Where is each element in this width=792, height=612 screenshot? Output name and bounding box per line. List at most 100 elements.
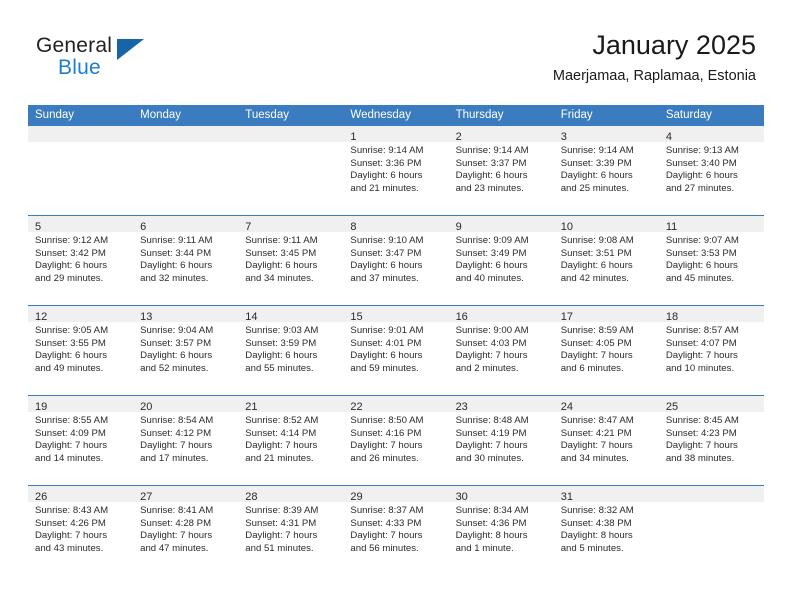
day-details: Sunrise: 8:50 AM Sunset: 4:16 PM Daylight:… bbox=[343, 412, 448, 465]
day-cell[interactable]: 29 Sunrise: 8:37 AM Sunset: 4:33 PM Dayligh… bbox=[343, 486, 449, 575]
sunset-time: Sunset: 4:36 PM bbox=[455, 517, 527, 529]
day-number: 17 bbox=[560, 311, 573, 323]
daylight-duration-line1: Daylight: 6 hours bbox=[245, 350, 318, 361]
day-cell[interactable]: 25 Sunrise: 8:45 AM Sunset: 4:23 PM Dayligh… bbox=[658, 396, 764, 485]
sunrise-time: Sunrise: 8:59 AM bbox=[560, 325, 634, 336]
daylight-duration-line2: and 40 minutes. bbox=[455, 272, 524, 284]
day-cell[interactable]: 18 Sunrise: 8:57 AM Sunset: 4:07 PM Dayligh… bbox=[658, 306, 764, 395]
day-cell[interactable]: 20 Sunrise: 8:54 AM Sunset: 4:12 PM Dayligh… bbox=[133, 396, 239, 485]
day-cell[interactable]: 14 Sunrise: 9:03 AM Sunset: 3:59 PM Dayligh… bbox=[238, 306, 344, 395]
day-cell[interactable]: 7 Sunrise: 9:11 AM Sunset: 3:45 PM Daylight… bbox=[238, 216, 344, 305]
sunrise-time: Sunrise: 9:03 AM bbox=[245, 325, 319, 336]
day-cell[interactable]: 4 Sunrise: 9:13 AM Sunset: 3:40 PM Daylight… bbox=[658, 126, 764, 215]
daylight-duration-line2: and 21 minutes. bbox=[350, 182, 419, 194]
sunrise-time: Sunrise: 8:39 AM bbox=[245, 505, 319, 516]
daylight-duration-line2: and 43 minutes. bbox=[35, 542, 104, 554]
sunset-time: Sunset: 3:45 PM bbox=[245, 247, 317, 259]
day-details: Sunrise: 8:45 AM Sunset: 4:23 PM Daylight:… bbox=[659, 412, 764, 465]
daylight-duration-line1: Daylight: 7 hours bbox=[350, 440, 423, 451]
day-cell-empty bbox=[658, 486, 764, 575]
day-details: Sunrise: 8:39 AM Sunset: 4:31 PM Daylight:… bbox=[238, 502, 343, 555]
day-number: 13 bbox=[140, 311, 153, 323]
day-cell[interactable]: 30 Sunrise: 8:34 AM Sunset: 4:36 PM Dayligh… bbox=[448, 486, 554, 575]
daylight-duration-line1: Daylight: 6 hours bbox=[560, 170, 633, 181]
day-cell[interactable]: 23 Sunrise: 8:48 AM Sunset: 4:19 PM Dayligh… bbox=[448, 396, 554, 485]
calendar-page: General Blue January 2025 Maerjamaa, Rap… bbox=[0, 0, 792, 612]
day-details: Sunrise: 9:05 AM Sunset: 3:55 PM Daylight:… bbox=[28, 322, 133, 375]
weekday-header-tuesday: Tuesday bbox=[245, 109, 289, 121]
day-details: Sunrise: 9:08 AM Sunset: 3:51 PM Daylight:… bbox=[554, 232, 659, 285]
calendar-weeks: 1 Sunrise: 9:14 AM Sunset: 3:36 PM Daylight… bbox=[28, 126, 764, 575]
daylight-duration-line1: Daylight: 6 hours bbox=[35, 260, 107, 271]
day-number-band: 16 bbox=[448, 306, 554, 323]
day-cell[interactable]: 19 Sunrise: 8:55 AM Sunset: 4:09 PM Dayligh… bbox=[28, 396, 134, 485]
day-number-band: 30 bbox=[448, 486, 554, 503]
daylight-duration-line1: Daylight: 6 hours bbox=[350, 260, 423, 271]
day-cell[interactable]: 6 Sunrise: 9:11 AM Sunset: 3:44 PM Daylight… bbox=[133, 216, 239, 305]
weekday-header-sunday: Sunday bbox=[35, 109, 75, 121]
sunrise-time: Sunrise: 8:57 AM bbox=[665, 325, 739, 336]
daylight-duration-line1: Daylight: 6 hours bbox=[350, 350, 423, 361]
day-number-band: 5 bbox=[28, 216, 134, 233]
logo-text-general: General bbox=[36, 34, 113, 57]
sunset-time: Sunset: 4:28 PM bbox=[140, 517, 212, 529]
weekday-header-wednesday: Wednesday bbox=[350, 109, 411, 121]
day-details: Sunrise: 8:37 AM Sunset: 4:33 PM Daylight:… bbox=[343, 502, 448, 555]
daylight-duration-line1: Daylight: 6 hours bbox=[245, 260, 318, 271]
day-cell[interactable]: 11 Sunrise: 9:07 AM Sunset: 3:53 PM Dayligh… bbox=[658, 216, 764, 305]
day-cell[interactable]: 12 Sunrise: 9:05 AM Sunset: 3:55 PM Dayligh… bbox=[28, 306, 134, 395]
day-details: Sunrise: 9:11 AM Sunset: 3:44 PM Daylight:… bbox=[133, 232, 238, 285]
day-cell[interactable]: 17 Sunrise: 8:59 AM Sunset: 4:05 PM Dayligh… bbox=[553, 306, 659, 395]
day-details: Sunrise: 8:52 AM Sunset: 4:14 PM Daylight:… bbox=[238, 412, 343, 465]
day-details: Sunrise: 9:13 AM Sunset: 3:40 PM Daylight:… bbox=[659, 142, 764, 195]
generalblue-logo[interactable]: General Blue bbox=[36, 34, 176, 86]
day-cell[interactable]: 2 Sunrise: 9:14 AM Sunset: 3:37 PM Daylight… bbox=[448, 126, 554, 215]
daylight-duration-line2: and 56 minutes. bbox=[350, 542, 419, 554]
day-number: 14 bbox=[245, 311, 258, 323]
day-details: Sunrise: 9:11 AM Sunset: 3:45 PM Daylight:… bbox=[238, 232, 343, 285]
daylight-duration-line1: Daylight: 7 hours bbox=[245, 440, 318, 451]
day-cell[interactable]: 8 Sunrise: 9:10 AM Sunset: 3:47 PM Daylight… bbox=[343, 216, 449, 305]
day-details: Sunrise: 9:03 AM Sunset: 3:59 PM Daylight:… bbox=[238, 322, 343, 375]
day-details: Sunrise: 8:32 AM Sunset: 4:38 PM Daylight:… bbox=[554, 502, 659, 555]
sunset-time: Sunset: 4:16 PM bbox=[350, 427, 422, 439]
day-details: Sunrise: 8:47 AM Sunset: 4:21 PM Daylight:… bbox=[554, 412, 659, 465]
day-number-band bbox=[658, 486, 764, 502]
daylight-duration-line2: and 17 minutes. bbox=[140, 452, 209, 464]
sunrise-time: Sunrise: 9:09 AM bbox=[455, 235, 529, 246]
day-cell[interactable]: 5 Sunrise: 9:12 AM Sunset: 3:42 PM Daylight… bbox=[28, 216, 134, 305]
day-cell[interactable]: 28 Sunrise: 8:39 AM Sunset: 4:31 PM Dayligh… bbox=[238, 486, 344, 575]
day-cell[interactable]: 22 Sunrise: 8:50 AM Sunset: 4:16 PM Dayligh… bbox=[343, 396, 449, 485]
day-number: 1 bbox=[350, 131, 357, 143]
day-cell[interactable]: 21 Sunrise: 8:52 AM Sunset: 4:14 PM Dayligh… bbox=[238, 396, 344, 485]
daylight-duration-line2: and 21 minutes. bbox=[245, 452, 314, 464]
day-cell[interactable]: 9 Sunrise: 9:09 AM Sunset: 3:49 PM Daylight… bbox=[448, 216, 554, 305]
day-number: 7 bbox=[245, 221, 252, 233]
day-details: Sunrise: 8:54 AM Sunset: 4:12 PM Daylight:… bbox=[133, 412, 238, 465]
day-cell[interactable]: 1 Sunrise: 9:14 AM Sunset: 3:36 PM Daylight… bbox=[343, 126, 449, 215]
day-cell[interactable]: 16 Sunrise: 9:00 AM Sunset: 4:03 PM Dayligh… bbox=[448, 306, 554, 395]
day-cell[interactable]: 26 Sunrise: 8:43 AM Sunset: 4:26 PM Dayligh… bbox=[28, 486, 134, 575]
day-cell[interactable]: 3 Sunrise: 9:14 AM Sunset: 3:39 PM Daylight… bbox=[553, 126, 659, 215]
daylight-duration-line2: and 34 minutes. bbox=[560, 452, 629, 464]
sunrise-time: Sunrise: 8:43 AM bbox=[35, 505, 109, 516]
day-cell[interactable]: 31 Sunrise: 8:32 AM Sunset: 4:38 PM Dayligh… bbox=[553, 486, 659, 575]
day-cell[interactable]: 10 Sunrise: 9:08 AM Sunset: 3:51 PM Dayligh… bbox=[553, 216, 659, 305]
weekday-header-friday: Friday bbox=[560, 109, 593, 121]
sunset-time: Sunset: 3:47 PM bbox=[350, 247, 422, 259]
day-cell[interactable]: 27 Sunrise: 8:41 AM Sunset: 4:28 PM Dayligh… bbox=[133, 486, 239, 575]
sunset-time: Sunset: 3:40 PM bbox=[665, 157, 737, 169]
sunrise-time: Sunrise: 8:41 AM bbox=[140, 505, 214, 516]
day-cell[interactable]: 24 Sunrise: 8:47 AM Sunset: 4:21 PM Dayligh… bbox=[553, 396, 659, 485]
day-cell[interactable]: 15 Sunrise: 9:01 AM Sunset: 4:01 PM Dayligh… bbox=[343, 306, 449, 395]
daylight-duration-line2: and 42 minutes. bbox=[560, 272, 629, 284]
daylight-duration-line1: Daylight: 7 hours bbox=[455, 350, 528, 361]
sunrise-time: Sunrise: 8:37 AM bbox=[350, 505, 424, 516]
sunset-time: Sunset: 4:14 PM bbox=[245, 427, 317, 439]
sunset-time: Sunset: 4:07 PM bbox=[665, 337, 737, 349]
day-number-band: 20 bbox=[133, 396, 239, 413]
day-cell[interactable]: 13 Sunrise: 9:04 AM Sunset: 3:57 PM Dayligh… bbox=[133, 306, 239, 395]
daylight-duration-line2: and 26 minutes. bbox=[350, 452, 419, 464]
sunset-time: Sunset: 3:36 PM bbox=[350, 157, 422, 169]
weekday-header-saturday: Saturday bbox=[665, 109, 712, 121]
